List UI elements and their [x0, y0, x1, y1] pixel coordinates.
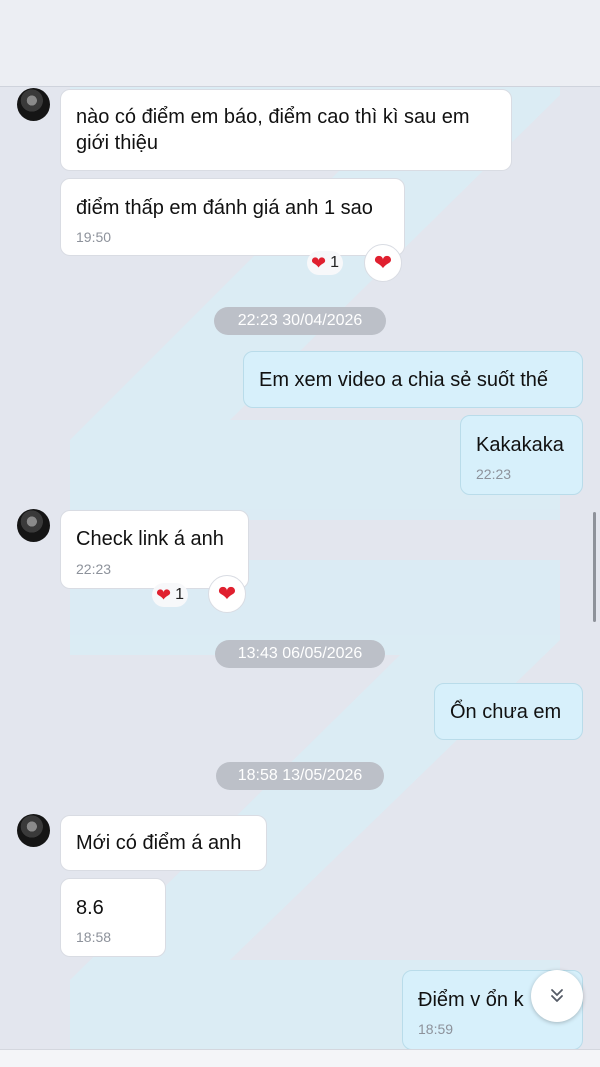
scrollbar[interactable] — [593, 512, 596, 622]
message-text: 8.6 — [76, 897, 104, 919]
chat-header — [0, 0, 600, 87]
heart-icon: ❤ — [373, 250, 393, 275]
contact-avatar[interactable] — [17, 814, 50, 847]
react-heart-button[interactable]: ❤ — [364, 244, 402, 282]
outgoing-message-bubble[interactable]: Kakakaka 22:23 — [460, 415, 583, 495]
reaction-count: 1 — [175, 586, 184, 603]
contact-avatar[interactable] — [17, 88, 50, 121]
message-text: nào có điểm em báo, điểm cao thì kì sau … — [76, 106, 470, 154]
scroll-to-bottom-button[interactable] — [531, 970, 583, 1022]
date-separator: 22:23 30/04/2026 — [214, 307, 386, 335]
date-separator: 18:58 13/05/2026 — [216, 762, 384, 790]
react-heart-button[interactable]: ❤ — [208, 575, 246, 613]
message-text: Kakakaka — [476, 434, 564, 456]
outgoing-message-bubble[interactable]: Em xem video a chia sẻ suốt thế — [243, 351, 583, 408]
message-text: Check link á anh — [76, 528, 224, 550]
message-text: điểm thấp em đánh giá anh 1 sao — [76, 197, 373, 219]
date-separator: 13:43 06/05/2026 — [215, 640, 385, 668]
message-time: 18:59 — [418, 1021, 454, 1037]
message-time: 18:58 — [76, 929, 112, 945]
incoming-message-bubble[interactable]: điểm thấp em đánh giá anh 1 sao 19:50 — [60, 178, 405, 256]
message-time: 22:23 — [76, 561, 112, 577]
chevron-double-down-icon — [551, 989, 563, 1002]
heart-icon: ❤ — [156, 585, 172, 605]
composer-bar — [0, 1049, 600, 1067]
contact-avatar[interactable] — [17, 509, 50, 542]
heart-icon: ❤ — [311, 253, 327, 273]
reaction-count: 1 — [330, 254, 339, 271]
message-text: Em xem video a chia sẻ suốt thế — [259, 369, 549, 391]
message-text: Mới có điểm á anh — [76, 832, 242, 854]
message-time: 19:50 — [76, 229, 112, 245]
reaction-count-badge[interactable]: ❤ 1 — [307, 251, 343, 275]
message-text: Điểm v ổn k — [418, 989, 524, 1011]
message-text: Ổn chưa em — [450, 701, 562, 723]
heart-icon: ❤ — [217, 581, 237, 606]
message-time: 22:23 — [476, 466, 512, 482]
incoming-message-bubble[interactable]: Mới có điểm á anh — [60, 815, 267, 871]
incoming-message-bubble[interactable]: 8.6 18:58 — [60, 878, 166, 957]
outgoing-message-bubble[interactable]: Ổn chưa em — [434, 683, 583, 740]
reaction-count-badge[interactable]: ❤ 1 — [152, 583, 188, 607]
incoming-message-bubble[interactable]: nào có điểm em báo, điểm cao thì kì sau … — [60, 89, 512, 171]
